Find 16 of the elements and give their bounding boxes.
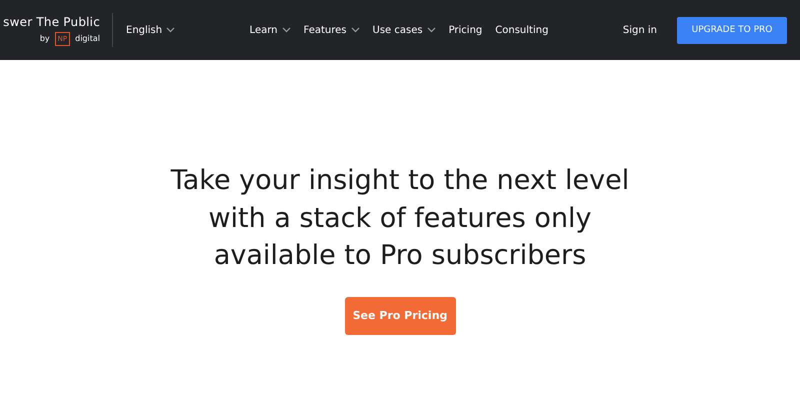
sign-in-link[interactable]: Sign in: [622, 24, 657, 36]
nav-link[interactable]: Consulting: [495, 24, 548, 36]
upgrade-button[interactable]: UPGRADE TO PRO: [676, 16, 787, 44]
logo-brand-text: digital: [75, 34, 100, 43]
chevron-down-icon: [166, 27, 176, 33]
headline: Take your insight to the next level with a stack of features only available to Pro subscribers: [170, 164, 630, 273]
nav-link[interactable]: Pricing: [448, 24, 482, 36]
language-selector[interactable]: English: [126, 24, 176, 36]
chevron-down-icon: [426, 27, 436, 33]
chevron-down-icon: [350, 27, 360, 33]
nav-link[interactable]: Learn: [250, 24, 290, 36]
logo-title: swer The Public: [3, 14, 100, 28]
nav-link[interactable]: Use cases: [372, 24, 436, 36]
nav-link[interactable]: Features: [304, 24, 360, 36]
chevron-down-icon: [282, 27, 290, 33]
logo-by-text: by: [40, 34, 50, 43]
